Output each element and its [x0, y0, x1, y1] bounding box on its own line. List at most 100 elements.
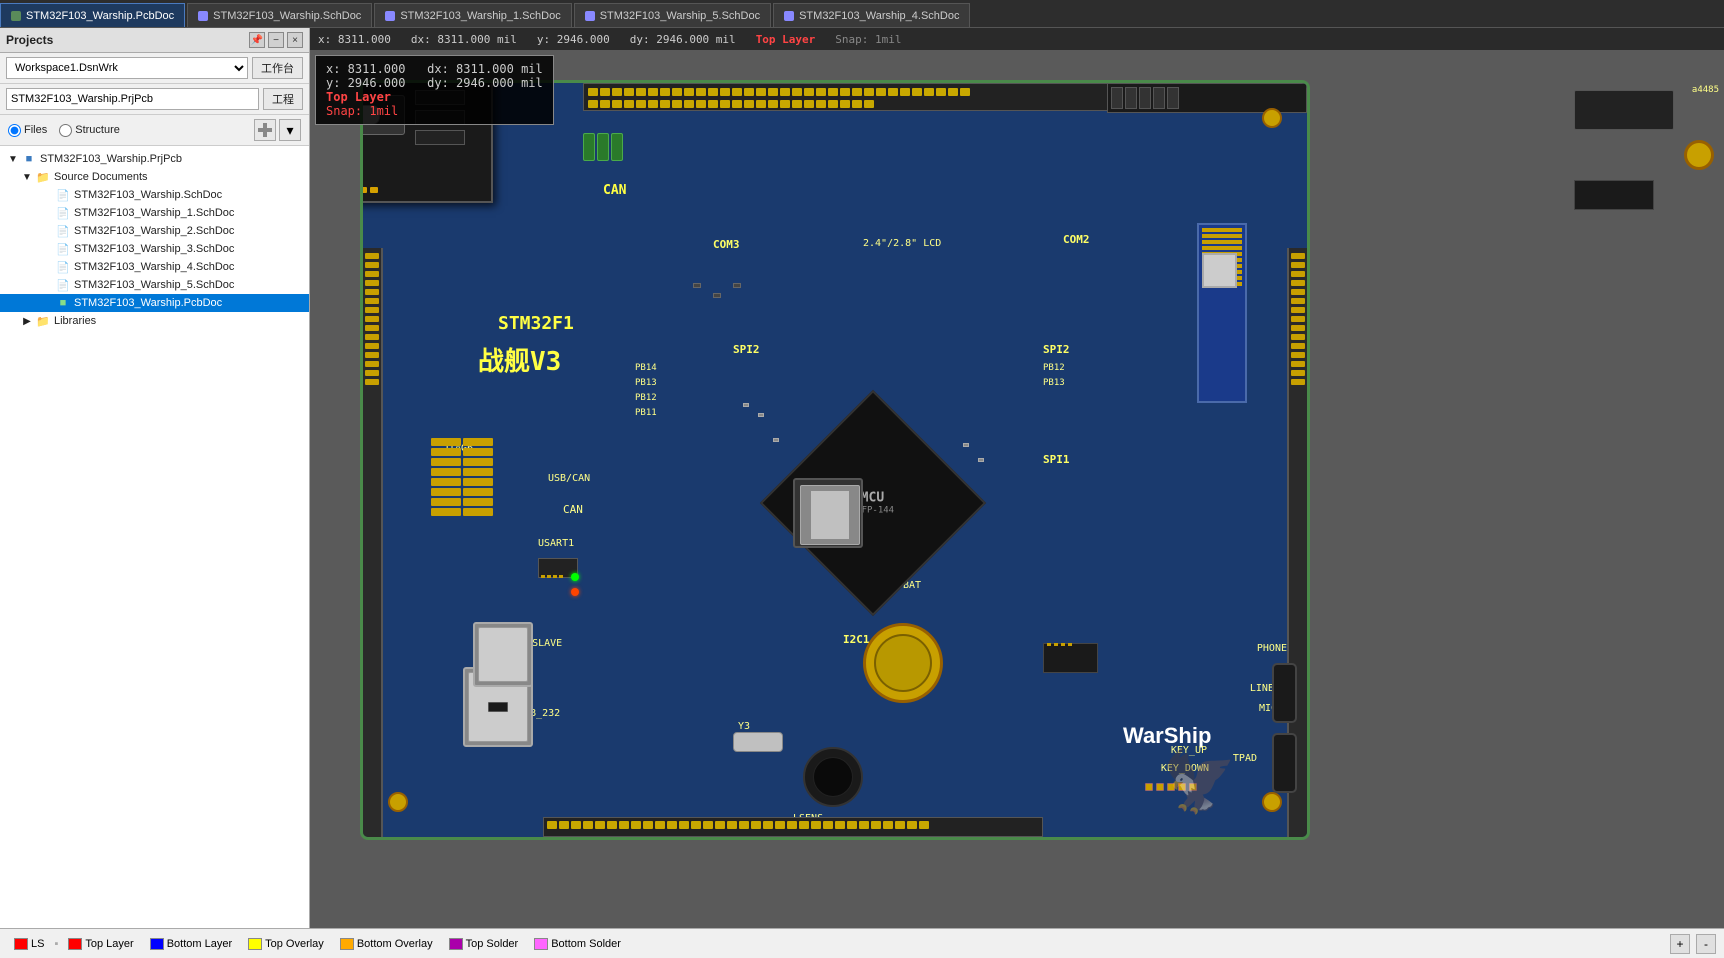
tree-item-libraries[interactable]: ▶ 📁 Libraries — [0, 312, 309, 330]
status-bar: LS ▪ Top Layer Bottom Layer Top Overlay … — [0, 928, 1724, 958]
sidebar-minimize-btn[interactable]: − — [268, 32, 284, 48]
top-connector: // Will be done via inline divs below — [583, 83, 1163, 111]
spi2-label-right: SPI2 — [1043, 343, 1070, 356]
chip-pb-labels-3: PB12 — [635, 393, 657, 403]
tree-item-schdoc-5[interactable]: ▶ 📄 STM32F103_Warship_5.SchDoc — [0, 276, 309, 294]
a4485-label: a4485 — [1692, 85, 1719, 95]
sidebar-controls: 📌 − × — [249, 32, 303, 48]
radio-files[interactable]: Files — [8, 124, 47, 137]
layer-top[interactable]: Top Layer — [62, 936, 139, 952]
audio-jack-phone — [1272, 663, 1297, 723]
crystal-y3 — [733, 732, 783, 752]
led-d3 — [571, 573, 579, 581]
tree-container[interactable]: ▼ ■ STM32F103_Warship.PrjPcb ▼ 📁 Source … — [0, 146, 309, 928]
layer-color-top-solder — [449, 938, 463, 950]
green-terminal-1 — [583, 133, 663, 163]
right-chip-1 — [1574, 90, 1674, 130]
add-icon-btn[interactable] — [254, 119, 276, 141]
sidebar-pin-btn[interactable]: 📌 — [249, 32, 265, 48]
layer-bottom-solder[interactable]: Bottom Solder — [528, 936, 627, 952]
usb-connector-2 — [473, 622, 533, 687]
layer-top-solder[interactable]: Top Solder — [443, 936, 525, 952]
left-edge-connector — [363, 248, 383, 840]
settings-icon-btn[interactable]: ▾ — [279, 119, 301, 141]
can-label: CAN — [603, 183, 626, 198]
tab-pcbdoc[interactable]: STM32F103_Warship.PcbDoc — [0, 3, 185, 27]
layer-ls: LS — [8, 936, 50, 952]
workspace-button[interactable]: 工作台 — [252, 57, 303, 79]
right-ic — [1574, 180, 1654, 210]
coords-overlay: x: 8311.000 dx: 8311.000 mil y: 2946.000… — [315, 55, 554, 125]
board-chinese-label: 战舰V3 — [478, 341, 561, 378]
snap-info: Snap: 1mil — [835, 33, 901, 46]
doc-icon: 📄 — [56, 188, 70, 202]
right-hole — [1684, 140, 1714, 170]
zoom-in-btn[interactable]: + — [1670, 934, 1690, 954]
tab-schdoc3[interactable]: STM32F103_Warship_5.SchDoc — [574, 3, 771, 27]
tab-schdoc4[interactable]: STM32F103_Warship_4.SchDoc — [773, 3, 970, 27]
tab-icon-pcbdoc — [11, 11, 21, 21]
coords-bar: x: 8311.000 dx: 8311.000 mil y: 2946.000… — [310, 28, 1724, 50]
layer-top-overlay[interactable]: Top Overlay — [242, 936, 330, 952]
tree-item-pcbdoc[interactable]: ▶ ■ STM32F103_Warship.PcbDoc — [0, 294, 309, 312]
coord-dx: dx: 8311.000 mil — [411, 33, 517, 46]
lcd-label: 2.4"/2.8" LCD — [863, 238, 941, 249]
main-content: Projects 📌 − × Workspace1.DsnWrk 工作台 工程 … — [0, 28, 1724, 928]
layer-color-ls — [14, 938, 28, 950]
tree-item-schdoc-0[interactable]: ▶ 📄 STM32F103_Warship.SchDoc — [0, 186, 309, 204]
phone-label: PHONE — [1257, 643, 1287, 654]
project-row: 工程 — [0, 84, 309, 115]
usb-can-label: USB/CAN — [548, 473, 590, 484]
usart1-label: USART1 — [538, 538, 574, 549]
tree-item-source-docs[interactable]: ▼ 📁 Source Documents — [0, 168, 309, 186]
chip-pb-labels: PB14 — [635, 363, 657, 373]
layer-bottom[interactable]: Bottom Layer — [144, 936, 238, 952]
spi2-label-left: SPI2 — [733, 343, 760, 356]
pcb-canvas[interactable]: x: 8311.000 dx: 8311.000 mil y: 2946.000… — [310, 50, 1724, 928]
resistor-1 — [693, 283, 701, 288]
pcb-icon: ■ — [56, 296, 70, 310]
doc-icon-3: 📄 — [56, 242, 70, 256]
tree-item-schdoc-3[interactable]: ▶ 📄 STM32F103_Warship_3.SchDoc — [0, 240, 309, 258]
layer-bottom-overlay[interactable]: Bottom Overlay — [334, 936, 439, 952]
coord-dy: dy: 2946.000 mil — [630, 33, 736, 46]
white-chip — [1202, 253, 1237, 288]
sidebar-title: Projects — [6, 33, 53, 47]
crystal-label: Y3 — [738, 721, 750, 732]
workspace-select[interactable]: Workspace1.DsnWrk — [6, 57, 248, 79]
radio-row: Files Structure ▾ — [0, 115, 309, 146]
tab-schdoc1[interactable]: STM32F103_Warship.SchDoc — [187, 3, 372, 27]
led-d2 — [571, 588, 579, 596]
tab-schdoc2[interactable]: STM32F103_Warship_1.SchDoc — [374, 3, 571, 27]
layer-color-bottom-overlay — [340, 938, 354, 950]
pcb-area: x: 8311.000 dx: 8311.000 mil y: 2946.000… — [310, 28, 1724, 928]
doc-icon-1: 📄 — [56, 206, 70, 220]
tree-item-root[interactable]: ▼ ■ STM32F103_Warship.PrjPcb — [0, 150, 309, 168]
com3-label: COM3 — [713, 238, 740, 251]
tab-icon-schdoc2 — [385, 11, 395, 21]
lcd-connector — [1197, 223, 1247, 403]
pcb-board[interactable]: U4 // Will be done via inline divs below — [360, 80, 1310, 840]
mounting-hole-br — [1262, 792, 1282, 812]
mounting-hole-bl — [388, 792, 408, 812]
com2-label: COM2 — [1063, 233, 1090, 246]
radio-icons: ▾ — [254, 119, 301, 141]
zoom-out-btn[interactable]: - — [1696, 934, 1716, 954]
sidebar-close-btn[interactable]: × — [287, 32, 303, 48]
project-input[interactable] — [6, 88, 259, 110]
tree-item-schdoc-1[interactable]: ▶ 📄 STM32F103_Warship_1.SchDoc — [0, 204, 309, 222]
tree-item-schdoc-2[interactable]: ▶ 📄 STM32F103_Warship_2.SchDoc — [0, 222, 309, 240]
layer-color-top-overlay — [248, 938, 262, 950]
buzzer — [803, 747, 863, 807]
tree-item-schdoc-4[interactable]: ▶ 📄 STM32F103_Warship_4.SchDoc — [0, 258, 309, 276]
overlay-layer: Top Layer — [326, 90, 543, 104]
project-button[interactable]: 工程 — [263, 88, 303, 110]
audio-jack-linein — [1272, 733, 1297, 793]
tab-icon-schdoc1 — [198, 11, 208, 21]
project-icon: ■ — [22, 152, 36, 166]
workspace-row: Workspace1.DsnWrk 工作台 — [0, 53, 309, 84]
battery-holder — [863, 623, 943, 703]
layer-color-bottom — [150, 938, 164, 950]
radio-structure[interactable]: Structure — [59, 124, 120, 137]
resistor-3 — [733, 283, 741, 288]
